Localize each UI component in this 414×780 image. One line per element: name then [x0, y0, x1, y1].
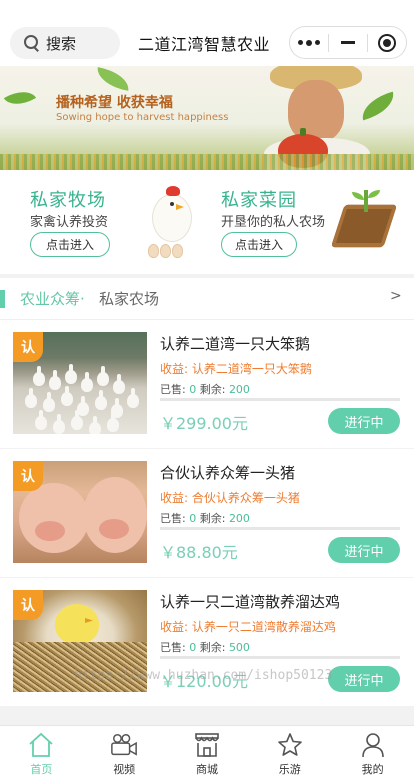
product-stats: 已售: 0 剩余: 200	[160, 510, 250, 526]
soil-sprout-illustration	[330, 190, 400, 252]
tab-tour[interactable]: 乐游	[248, 726, 331, 780]
leaf-decoration	[3, 84, 37, 112]
home-icon	[27, 732, 55, 758]
tab-video[interactable]: 视频	[83, 726, 166, 780]
product-price: ￥299.00元	[160, 414, 248, 433]
section-accent-bar	[0, 290, 5, 308]
video-camera-icon	[110, 732, 138, 758]
ranch-subtitle: 家禽认养投资	[30, 215, 109, 230]
product-income: 收益: 认养二道湾一只大笨鹅	[160, 360, 312, 377]
section-title-secondary: 私家农场	[99, 290, 160, 308]
tab-label: 商城	[195, 763, 218, 776]
section-title-primary: 农业众筹·	[20, 290, 85, 308]
remain-label: 剩余:	[199, 383, 226, 396]
product-price: ￥88.80元	[160, 543, 238, 562]
search-icon	[24, 35, 40, 51]
product-image: 认	[13, 461, 147, 563]
sold-count: 0	[189, 512, 197, 525]
product-income: 收益: 合伙认养众筹一头猪	[160, 489, 300, 506]
product-name: 认养二道湾一只大笨鹅	[160, 335, 311, 353]
remain-count: 200	[228, 383, 250, 396]
income-label: 收益:	[160, 362, 189, 376]
status-button[interactable]: 进行中	[328, 537, 400, 563]
tab-label: 首页	[30, 763, 53, 776]
field-decoration	[0, 154, 414, 170]
search-box[interactable]: 搜索	[10, 27, 120, 59]
product-card[interactable]: 认 认养二道湾一只大笨鹅 收益: 认养二道湾一只大笨鹅 已售: 0 剩余: 20…	[0, 320, 414, 448]
egg-icon	[160, 244, 171, 258]
chevron-right-icon[interactable]: >	[390, 288, 402, 304]
garden-title: 私家菜园	[221, 190, 297, 211]
income-label: 收益:	[160, 620, 189, 634]
header: 搜索 二道江湾智慧农业	[0, 0, 414, 66]
sales-progress-bar	[160, 527, 400, 530]
income-value: 合伙认养众筹一头猪	[191, 491, 300, 505]
star-icon	[276, 732, 304, 758]
sales-progress-bar	[160, 398, 400, 401]
remain-count: 200	[228, 512, 250, 525]
egg-icon	[172, 244, 183, 258]
leaf-decoration	[94, 67, 132, 91]
adopt-badge: 认	[13, 590, 43, 620]
adopt-badge: 认	[13, 332, 43, 362]
hero-banner[interactable]: 播种希望 收获幸福 Sowing hope to harvest happine…	[0, 66, 414, 170]
ranch-title: 私家牧场	[30, 190, 106, 211]
product-name: 合伙认养众筹一头猪	[160, 464, 296, 482]
more-dots-icon	[298, 39, 320, 46]
product-image: 认	[13, 332, 147, 434]
product-stats: 已售: 0 剩余: 500	[160, 639, 250, 655]
sold-label: 已售:	[160, 641, 186, 654]
search-label: 搜索	[46, 34, 77, 53]
sales-progress-bar	[160, 656, 400, 659]
tab-mine[interactable]: 我的	[331, 726, 414, 780]
product-stats: 已售: 0 剩余: 200	[160, 381, 250, 397]
income-value: 认养二道湾一只大笨鹅	[191, 362, 312, 376]
remain-count: 500	[228, 641, 250, 654]
user-icon	[359, 732, 387, 758]
close-circle-icon	[378, 33, 396, 52]
banner-slogan-en: Sowing hope to harvest happiness	[56, 112, 229, 123]
status-button[interactable]: 进行中	[328, 408, 400, 434]
income-label: 收益:	[160, 491, 189, 505]
divider	[0, 706, 414, 725]
sold-count: 0	[189, 641, 197, 654]
remain-label: 剩余:	[199, 512, 226, 525]
product-card[interactable]: 认 合伙认养众筹一头猪 收益: 合伙认养众筹一头猪 已售: 0 剩余: 200 …	[0, 449, 414, 577]
tab-label: 我的	[361, 763, 384, 776]
tab-label: 乐游	[278, 763, 301, 776]
minimize-button[interactable]	[329, 27, 367, 58]
sold-label: 已售:	[160, 512, 186, 525]
section-header[interactable]: 农业众筹· 私家农场 >	[0, 278, 414, 320]
adopt-badge: 认	[13, 461, 43, 491]
status-button[interactable]: 进行中	[328, 666, 400, 692]
income-value: 认养一只二道湾散养溜达鸡	[191, 620, 336, 634]
mini-program-capsule	[289, 26, 407, 59]
sold-label: 已售:	[160, 383, 186, 396]
garden-subtitle: 开垦你的私人农场	[221, 215, 326, 230]
tab-label: 视频	[113, 763, 136, 776]
app-title: 二道江湾智慧农业	[138, 35, 271, 54]
watermark-text: https://www.huzhan.com/ishop50123	[74, 668, 333, 683]
shop-icon	[193, 732, 221, 758]
tab-shop[interactable]: 商城	[166, 726, 249, 780]
close-button[interactable]	[368, 27, 406, 58]
garden-enter-button[interactable]: 点击进入	[221, 232, 297, 257]
product-income: 收益: 认养一只二道湾散养溜达鸡	[160, 618, 336, 635]
ranch-enter-button[interactable]: 点击进入	[30, 232, 110, 257]
remain-label: 剩余:	[199, 641, 226, 654]
bottom-tab-bar: 首页 视频 商城 乐游 我的	[0, 725, 414, 780]
sold-count: 0	[189, 383, 197, 396]
egg-icon	[148, 244, 159, 258]
entry-cards: 私家牧场 家禽认养投资 点击进入 私家菜园 开垦你的私人农场 点击进入	[0, 170, 414, 274]
minimize-icon	[341, 41, 355, 44]
tab-home[interactable]: 首页	[0, 726, 83, 780]
product-name: 认养一只二道湾散养溜达鸡	[160, 593, 341, 611]
banner-slogan: 播种希望 收获幸福	[56, 95, 173, 111]
product-card[interactable]: 认 认养一只二道湾散养溜达鸡 收益: 认养一只二道湾散养溜达鸡 已售: 0 剩余…	[0, 578, 414, 706]
more-button[interactable]	[290, 27, 328, 58]
